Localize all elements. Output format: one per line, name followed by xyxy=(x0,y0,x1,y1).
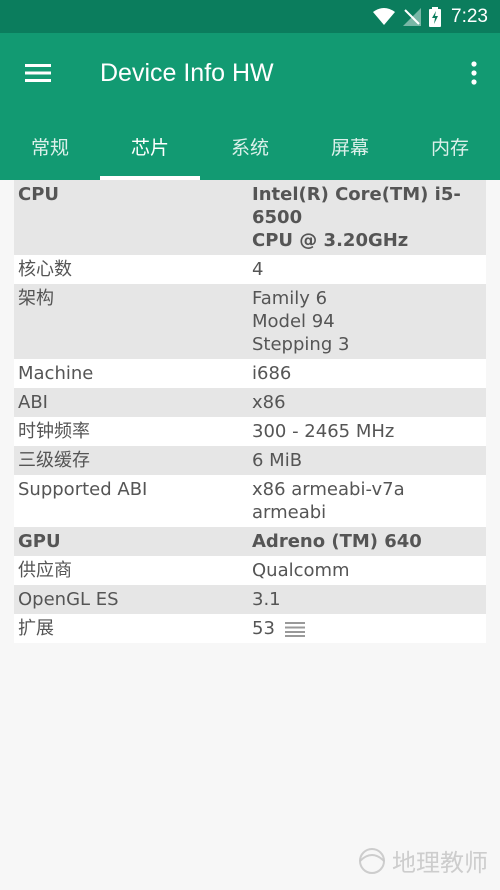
row-value: Intel(R) Core(TM) i5-6500 CPU @ 3.20GHz xyxy=(252,184,461,251)
overflow-menu-button[interactable] xyxy=(462,55,486,91)
row-value: 4 xyxy=(252,259,264,280)
tab-bar: 常规 芯片 系统 屏幕 内存 xyxy=(0,113,500,180)
table-row-cores: 核心数 4 xyxy=(14,255,486,284)
status-bar: 7:23 xyxy=(0,0,500,33)
tab-screen[interactable]: 屏幕 xyxy=(300,113,400,180)
table-row-architecture: 架构 Family 6 Model 94 Stepping 3 xyxy=(14,284,486,359)
hamburger-menu-icon xyxy=(25,64,51,82)
table-row-gpu: GPU Adreno (TM) 640 xyxy=(14,527,486,556)
tab-system[interactable]: 系统 xyxy=(200,113,300,180)
list-icon[interactable] xyxy=(284,621,305,637)
tab-chip[interactable]: 芯片 xyxy=(100,113,200,180)
row-key: 扩展 xyxy=(18,618,54,639)
tab-label: 常规 xyxy=(30,137,69,159)
table-row-l3-cache: 三级缓存 6 MiB xyxy=(14,446,486,475)
row-key: ABI xyxy=(18,392,48,413)
info-table: CPU Intel(R) Core(TM) i5-6500 CPU @ 3.20… xyxy=(14,180,486,643)
row-key: GPU xyxy=(18,531,61,552)
table-row-cpu: CPU Intel(R) Core(TM) i5-6500 CPU @ 3.20… xyxy=(14,180,486,255)
battery-charging-icon xyxy=(429,6,442,27)
tab-general[interactable]: 常规 xyxy=(0,113,100,180)
row-key: 三级缓存 xyxy=(18,450,90,471)
row-value: x86 armeabi-v7a armeabi xyxy=(252,479,405,523)
table-row-abi: ABI x86 xyxy=(14,388,486,417)
row-value: 6 MiB xyxy=(252,450,303,471)
row-value: Qualcomm xyxy=(252,560,350,581)
status-time: 7:23 xyxy=(451,5,488,27)
row-value: 53 xyxy=(248,614,486,643)
row-key: CPU xyxy=(18,184,60,205)
tab-label: 芯片 xyxy=(130,137,169,159)
row-key: Machine xyxy=(18,363,94,384)
tab-label: 内存 xyxy=(430,137,469,159)
toolbar: Device Info HW xyxy=(0,33,500,113)
wifi-icon xyxy=(373,7,396,26)
row-key: Supported ABI xyxy=(18,479,148,500)
row-key: 供应商 xyxy=(18,560,72,581)
row-value: i686 xyxy=(252,363,292,384)
watermark-logo-icon xyxy=(359,847,385,874)
row-value: x86 xyxy=(252,392,286,413)
row-value: Adreno (TM) 640 xyxy=(252,531,422,552)
table-row-opengl-es: OpenGL ES 3.1 xyxy=(14,585,486,614)
row-value: Family 6 Model 94 Stepping 3 xyxy=(252,288,350,355)
table-row-clock-speed: 时钟频率 300 - 2465 MHz xyxy=(14,417,486,446)
app-bar: Device Info HW 常规 芯片 系统 屏幕 内存 xyxy=(0,33,500,180)
row-key: OpenGL ES xyxy=(18,589,119,610)
table-row-supported-abi: Supported ABI x86 armeabi-v7a armeabi xyxy=(14,475,486,527)
row-key: 核心数 xyxy=(18,259,72,280)
table-row-vendor: 供应商 Qualcomm xyxy=(14,556,486,585)
tab-label: 屏幕 xyxy=(330,137,369,159)
menu-button[interactable] xyxy=(18,55,58,91)
watermark: 地理教师 xyxy=(352,843,488,878)
tab-memory[interactable]: 内存 xyxy=(400,113,500,180)
app-title: Device Info HW xyxy=(100,59,274,87)
row-key: 时钟频率 xyxy=(18,421,90,442)
extensions-count: 53 xyxy=(252,618,275,639)
watermark-text: 地理教师 xyxy=(392,849,488,877)
row-value: 3.1 xyxy=(252,589,281,610)
more-vert-icon xyxy=(471,61,477,85)
row-key: 架构 xyxy=(18,288,54,309)
table-row-extensions[interactable]: 扩展 53 xyxy=(14,614,486,643)
table-row-machine: Machine i686 xyxy=(14,359,486,388)
tab-label: 系统 xyxy=(230,137,269,159)
row-value: 300 - 2465 MHz xyxy=(252,421,395,442)
signal-icon xyxy=(403,7,422,26)
